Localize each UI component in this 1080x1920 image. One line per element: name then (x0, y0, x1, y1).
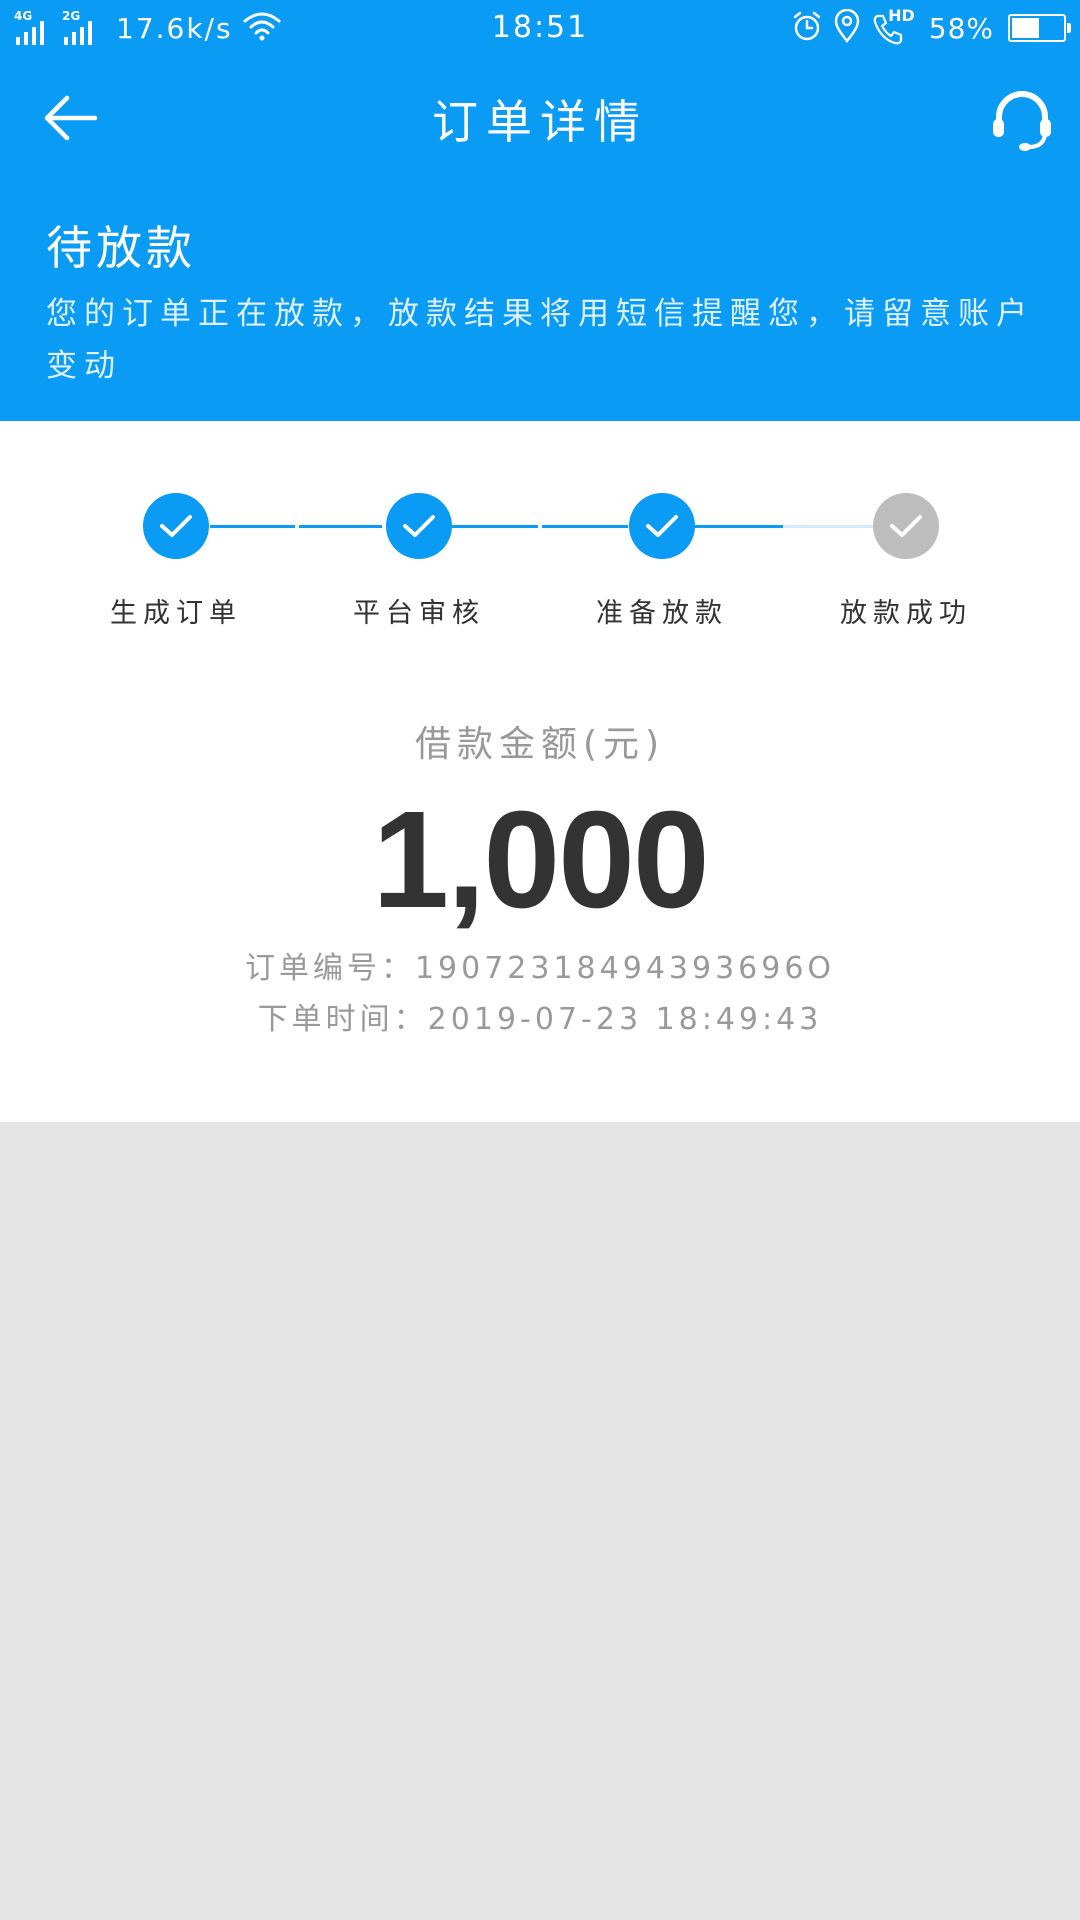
nav-bar: 订单详情 (0, 56, 1080, 176)
loan-amount-label: 借款金额(元) (414, 724, 666, 765)
step-item: 平台审核 (299, 493, 539, 630)
headset-icon (993, 91, 1051, 151)
loan-amount: 1,000 (372, 783, 709, 937)
step-check-icon (386, 493, 452, 559)
order-status-description: 您的订单正在放款，放款结果将用短信提醒您，请留意账户变动 (46, 296, 1034, 384)
location-icon (833, 8, 861, 47)
customer-service-button[interactable] (986, 84, 1058, 156)
hd-call-icon: HD (871, 6, 915, 46)
step-item: 生成订单 (56, 493, 296, 630)
step-label: 生成订单 (110, 598, 242, 629)
step-item: 放款成功 (786, 493, 1026, 630)
page-title: 订单详情 (432, 95, 648, 149)
hd-label: HD (888, 6, 915, 25)
order-card: 生成订单 平台审核 准备放款 放款成功 借款金额(元) 1,000 订单编号：1… (0, 421, 1080, 1122)
step-label: 准备放款 (596, 598, 728, 629)
step-label: 放款成功 (840, 598, 972, 629)
step-label: 平台审核 (353, 598, 485, 629)
order-status-title: 待放款 (46, 221, 196, 275)
step-check-icon (143, 493, 209, 559)
step-item: 准备放款 (542, 493, 782, 630)
status-bar: 4G 2G 17.6k/s 18:51 HD 58% (0, 0, 1080, 56)
progress-steps: 生成订单 平台审核 准备放款 放款成功 (0, 493, 1080, 653)
alarm-icon (791, 10, 823, 46)
battery-percent: 58% (928, 11, 994, 45)
header: 4G 2G 17.6k/s 18:51 HD 58% 订单详情 待放款 您的订单… (0, 0, 1080, 421)
step-check-icon (873, 493, 939, 559)
status-right: HD 58% (781, 6, 1071, 48)
battery-fill (1012, 18, 1040, 38)
order-number: 订单编号：19072318494393696O (244, 951, 836, 986)
step-check-icon (629, 493, 695, 559)
order-time: 下单时间：2019-07-23 18:49:43 (257, 1002, 823, 1037)
battery-icon (1008, 14, 1071, 42)
